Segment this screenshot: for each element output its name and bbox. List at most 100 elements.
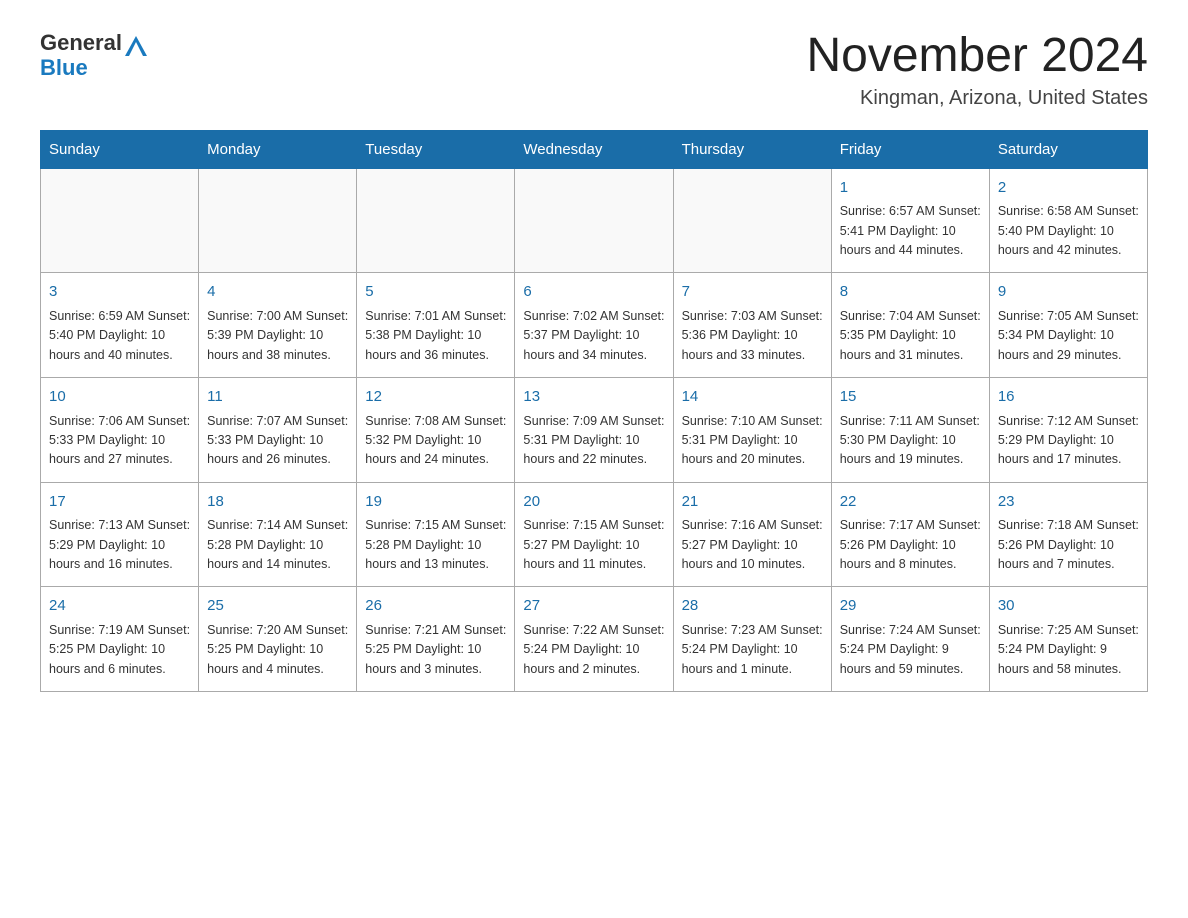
- day-number: 21: [682, 491, 823, 514]
- day-number: 5: [365, 281, 506, 304]
- logo-general: General: [40, 30, 122, 55]
- table-row: 19Sunrise: 7:15 AM Sunset: 5:28 PM Dayli…: [357, 482, 515, 587]
- table-row: 16 Sunrise: 7:12 AM Sunset: 5:29 PM Dayli…: [989, 378, 1147, 483]
- day-info: Sunrise: 7:04 AM Sunset: 5:35 PM Dayligh…: [840, 307, 981, 365]
- table-row: 7 Sunrise: 7:03 AM Sunset: 5:36 PM Daylig…: [673, 273, 831, 378]
- day-number: 1: [840, 177, 981, 200]
- day-number: 15: [840, 386, 981, 409]
- location-title: Kingman, Arizona, United States: [806, 87, 1148, 110]
- table-row: [199, 168, 357, 273]
- day-info: Sunrise: 7:19 AM Sunset: 5:25 PM Dayligh…: [49, 621, 190, 679]
- day-info: Sunrise: 7:22 AM Sunset: 5:24 PM Dayligh…: [523, 621, 664, 679]
- table-row: 14Sunrise: 7:10 AM Sunset: 5:31 PM Dayli…: [673, 378, 831, 483]
- day-info: Sunrise: 7:09 AM Sunset: 5:31 PM Dayligh…: [523, 412, 664, 470]
- logo: General Blue: [40, 30, 147, 81]
- table-row: 23Sunrise: 7:18 AM Sunset: 5:26 PM Dayli…: [989, 482, 1147, 587]
- table-row: [515, 168, 673, 273]
- table-row: 6 Sunrise: 7:02 AM Sunset: 5:37 PM Daylig…: [515, 273, 673, 378]
- col-monday: Monday: [199, 130, 357, 168]
- table-row: 8 Sunrise: 7:04 AM Sunset: 5:35 PM Daylig…: [831, 273, 989, 378]
- day-number: 6: [523, 281, 664, 304]
- table-row: 21Sunrise: 7:16 AM Sunset: 5:27 PM Dayli…: [673, 482, 831, 587]
- day-number: 14: [682, 386, 823, 409]
- day-info: Sunrise: 7:03 AM Sunset: 5:36 PM Dayligh…: [682, 307, 823, 365]
- day-info: Sunrise: 7:02 AM Sunset: 5:37 PM Dayligh…: [523, 307, 664, 365]
- table-row: [357, 168, 515, 273]
- day-number: 29: [840, 595, 981, 618]
- day-info: Sunrise: 7:07 AM Sunset: 5:33 PM Dayligh…: [207, 412, 348, 470]
- day-info: Sunrise: 7:23 AM Sunset: 5:24 PM Dayligh…: [682, 621, 823, 679]
- table-row: 30 Sunrise: 7:25 AM Sunset: 5:24 PM Dayli…: [989, 587, 1147, 692]
- day-info: Sunrise: 7:06 AM Sunset: 5:33 PM Dayligh…: [49, 412, 190, 470]
- table-row: 15 Sunrise: 7:11 AM Sunset: 5:30 PM Dayli…: [831, 378, 989, 483]
- calendar-week-row: 1Sunrise: 6:57 AM Sunset: 5:41 PM Daylig…: [41, 168, 1148, 273]
- calendar-table: Sunday Monday Tuesday Wednesday Thursday…: [40, 130, 1148, 692]
- logo-arrow-icon: [125, 36, 147, 56]
- day-info: Sunrise: 7:11 AM Sunset: 5:30 PM Dayligh…: [840, 412, 981, 470]
- col-thursday: Thursday: [673, 130, 831, 168]
- table-row: 26 Sunrise: 7:21 AM Sunset: 5:25 PM Dayli…: [357, 587, 515, 692]
- day-number: 3: [49, 281, 190, 304]
- table-row: 4 Sunrise: 7:00 AM Sunset: 5:39 PM Daylig…: [199, 273, 357, 378]
- day-info: Sunrise: 7:13 AM Sunset: 5:29 PM Dayligh…: [49, 516, 190, 574]
- calendar-header-row: Sunday Monday Tuesday Wednesday Thursday…: [41, 130, 1148, 168]
- table-row: 29 Sunrise: 7:24 AM Sunset: 5:24 PM Dayli…: [831, 587, 989, 692]
- day-number: 30: [998, 595, 1139, 618]
- day-info: Sunrise: 7:15 AM Sunset: 5:28 PM Dayligh…: [365, 516, 506, 574]
- table-row: 17Sunrise: 7:13 AM Sunset: 5:29 PM Dayli…: [41, 482, 199, 587]
- day-info: Sunrise: 7:16 AM Sunset: 5:27 PM Dayligh…: [682, 516, 823, 574]
- day-number: 28: [682, 595, 823, 618]
- day-number: 12: [365, 386, 506, 409]
- col-friday: Friday: [831, 130, 989, 168]
- table-row: 25 Sunrise: 7:20 AM Sunset: 5:25 PM Dayli…: [199, 587, 357, 692]
- day-number: 25: [207, 595, 348, 618]
- month-title: November 2024: [806, 30, 1148, 83]
- day-info: Sunrise: 7:12 AM Sunset: 5:29 PM Dayligh…: [998, 412, 1139, 470]
- calendar-week-row: 17Sunrise: 7:13 AM Sunset: 5:29 PM Dayli…: [41, 482, 1148, 587]
- table-row: 20Sunrise: 7:15 AM Sunset: 5:27 PM Dayli…: [515, 482, 673, 587]
- table-row: 11 Sunrise: 7:07 AM Sunset: 5:33 PM Dayli…: [199, 378, 357, 483]
- title-block: November 2024 Kingman, Arizona, United S…: [806, 30, 1148, 110]
- day-number: 8: [840, 281, 981, 304]
- day-info: Sunrise: 7:18 AM Sunset: 5:26 PM Dayligh…: [998, 516, 1139, 574]
- day-info: Sunrise: 7:14 AM Sunset: 5:28 PM Dayligh…: [207, 516, 348, 574]
- col-saturday: Saturday: [989, 130, 1147, 168]
- day-number: 18: [207, 491, 348, 514]
- table-row: [41, 168, 199, 273]
- table-row: 18Sunrise: 7:14 AM Sunset: 5:28 PM Dayli…: [199, 482, 357, 587]
- day-info: Sunrise: 7:20 AM Sunset: 5:25 PM Dayligh…: [207, 621, 348, 679]
- day-number: 22: [840, 491, 981, 514]
- day-number: 4: [207, 281, 348, 304]
- day-number: 23: [998, 491, 1139, 514]
- day-info: Sunrise: 7:25 AM Sunset: 5:24 PM Dayligh…: [998, 621, 1139, 679]
- table-row: 1Sunrise: 6:57 AM Sunset: 5:41 PM Daylig…: [831, 168, 989, 273]
- day-info: Sunrise: 7:08 AM Sunset: 5:32 PM Dayligh…: [365, 412, 506, 470]
- day-number: 17: [49, 491, 190, 514]
- day-number: 19: [365, 491, 506, 514]
- calendar-week-row: 24Sunrise: 7:19 AM Sunset: 5:25 PM Dayli…: [41, 587, 1148, 692]
- day-number: 13: [523, 386, 664, 409]
- table-row: 13 Sunrise: 7:09 AM Sunset: 5:31 PM Dayli…: [515, 378, 673, 483]
- table-row: 22Sunrise: 7:17 AM Sunset: 5:26 PM Dayli…: [831, 482, 989, 587]
- table-row: 10 Sunrise: 7:06 AM Sunset: 5:33 PM Dayli…: [41, 378, 199, 483]
- col-sunday: Sunday: [41, 130, 199, 168]
- table-row: 2Sunrise: 6:58 AM Sunset: 5:40 PM Daylig…: [989, 168, 1147, 273]
- day-number: 16: [998, 386, 1139, 409]
- day-info: Sunrise: 6:58 AM Sunset: 5:40 PM Dayligh…: [998, 202, 1139, 260]
- day-info: Sunrise: 7:00 AM Sunset: 5:39 PM Dayligh…: [207, 307, 348, 365]
- day-info: Sunrise: 7:21 AM Sunset: 5:25 PM Dayligh…: [365, 621, 506, 679]
- table-row: 24Sunrise: 7:19 AM Sunset: 5:25 PM Dayli…: [41, 587, 199, 692]
- day-info: Sunrise: 7:15 AM Sunset: 5:27 PM Dayligh…: [523, 516, 664, 574]
- calendar-week-row: 10 Sunrise: 7:06 AM Sunset: 5:33 PM Dayli…: [41, 378, 1148, 483]
- day-info: Sunrise: 6:57 AM Sunset: 5:41 PM Dayligh…: [840, 202, 981, 260]
- table-row: [673, 168, 831, 273]
- day-number: 26: [365, 595, 506, 618]
- day-number: 11: [207, 386, 348, 409]
- day-number: 9: [998, 281, 1139, 304]
- day-number: 7: [682, 281, 823, 304]
- day-info: Sunrise: 7:05 AM Sunset: 5:34 PM Dayligh…: [998, 307, 1139, 365]
- day-number: 10: [49, 386, 190, 409]
- day-info: Sunrise: 7:24 AM Sunset: 5:24 PM Dayligh…: [840, 621, 981, 679]
- table-row: 27Sunrise: 7:22 AM Sunset: 5:24 PM Dayli…: [515, 587, 673, 692]
- page-header: General Blue November 2024 Kingman, Ariz…: [40, 30, 1148, 110]
